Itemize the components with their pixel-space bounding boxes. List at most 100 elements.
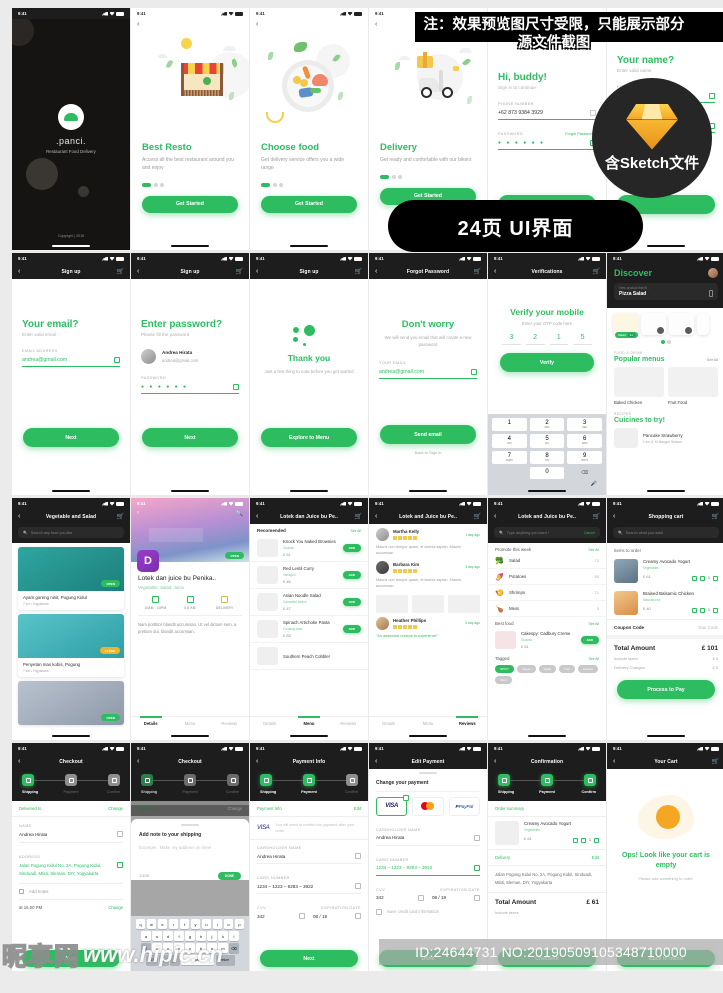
edit-icon[interactable]	[474, 834, 480, 841]
cart-icon[interactable]: 🛒	[354, 514, 362, 520]
see-all-link[interactable]: See All	[588, 548, 599, 552]
back-button[interactable]: ‹	[131, 19, 249, 30]
tag-chip[interactable]: Dessert	[577, 665, 599, 673]
edit-icon[interactable]	[355, 853, 361, 860]
otp-digit[interactable]: 2	[525, 334, 545, 345]
step-node-confirm[interactable]	[346, 774, 358, 786]
otp-digit[interactable]: 1	[549, 334, 569, 345]
edit-link[interactable]: Edit	[592, 855, 599, 860]
step-node-confirm[interactable]	[108, 774, 120, 786]
cart-icon[interactable]: 🛒	[116, 514, 124, 520]
cart-icon[interactable]: 🛒	[711, 514, 719, 520]
phone-field[interactable]: +62 873 9384 3929	[498, 110, 596, 120]
search-input[interactable]: 🔍 Type anything you want ! Cancel	[494, 527, 600, 538]
email-field[interactable]: andrea@gmail.com	[379, 368, 477, 379]
cart-item[interactable]: Braised Balsamic Chicken Mascarpone £ 40…	[607, 587, 723, 619]
add-button[interactable]: ADD	[342, 571, 361, 579]
menu-item[interactable]: Spinach Artichoke Pasta Cooking wine £ 8…	[250, 616, 368, 643]
process-to-pay-button[interactable]: Process to Pay	[617, 680, 715, 699]
search-icon[interactable]: 🔍	[236, 510, 243, 517]
tab-menu[interactable]: Menu	[170, 717, 209, 731]
detail-tabs[interactable]: Details Menu Reviews	[131, 716, 249, 731]
edit-icon[interactable]	[117, 862, 123, 868]
discover-search[interactable]: View product that fit : Pizza Salad	[614, 283, 718, 300]
send-email-button[interactable]: Send email	[380, 425, 476, 444]
tag-chip[interactable]: Salad	[538, 665, 557, 673]
edit-icon[interactable]	[355, 883, 361, 890]
cart-icon[interactable]: 🛒	[235, 269, 243, 275]
cart-icon[interactable]: 🛒	[473, 269, 481, 275]
back-button[interactable]: ‹	[375, 513, 383, 520]
next-button[interactable]: Next	[142, 428, 238, 447]
add-button[interactable]: ADD	[342, 544, 361, 552]
recipe-row[interactable]: Pancake Strawberry 1 km Jl. Ki Mangun Sa…	[607, 424, 723, 448]
numeric-keypad[interactable]: 1 2 ABC 3 DEF 4 GHI 5 JKL 6 MNO 7 PQRS 8…	[488, 413, 606, 495]
tab-menu[interactable]: Menu	[408, 717, 447, 731]
mic-icon[interactable]: 🎤	[492, 479, 602, 487]
verify-button[interactable]: Verify	[500, 353, 594, 372]
back-button[interactable]: ‹	[256, 268, 264, 275]
key[interactable]: r	[168, 919, 179, 929]
cart-icon[interactable]: 🛒	[711, 759, 719, 765]
plus-icon[interactable]	[713, 607, 718, 613]
edit-icon[interactable]	[117, 831, 123, 837]
brand-visa[interactable]: VISA	[376, 794, 410, 816]
step-node-shipping[interactable]	[141, 774, 153, 786]
category-card[interactable]	[669, 313, 694, 335]
detail-tabs[interactable]: Details Menu Reviews	[250, 716, 368, 731]
minus-icon[interactable]	[581, 837, 586, 843]
back-button[interactable]: ‹	[375, 268, 383, 275]
step-node-confirm[interactable]	[584, 774, 596, 786]
add-button[interactable]: ADD	[342, 625, 361, 633]
tag-chip[interactable]: SPICY	[495, 665, 515, 673]
minus-icon[interactable]	[700, 607, 705, 613]
menu-card[interactable]: Baked Chicken	[614, 367, 664, 405]
back-button[interactable]: ‹	[494, 268, 502, 275]
best-food-row[interactable]: Cakespy: Cadbury Creme Guavas £ 61 ADD	[488, 627, 606, 653]
get-started-button[interactable]: Get Started	[142, 195, 238, 213]
step-node-shipping[interactable]	[260, 774, 272, 786]
see-all-link[interactable]: See All	[350, 529, 361, 533]
key[interactable]: o	[223, 919, 234, 929]
delete-icon[interactable]	[692, 575, 697, 581]
menu-card[interactable]: Fruit Food	[668, 367, 718, 405]
step-node-payment[interactable]	[541, 774, 553, 786]
category-card[interactable]: Salad 34	[613, 313, 638, 338]
cart-item[interactable]: Creamy Avocado Yogurt Vegetables £ 61 1	[607, 555, 723, 587]
cart-icon[interactable]: 🛒	[592, 269, 600, 275]
backspace-key[interactable]: ⌫	[229, 943, 239, 953]
get-started-button[interactable]: Get Started	[261, 195, 357, 213]
brand-mastercard[interactable]	[412, 796, 444, 816]
change-link[interactable]: Change	[108, 905, 123, 910]
list-item[interactable]: CLOSE Penyetan mas kobis, Pogung 7 km • …	[18, 614, 124, 677]
promote-row[interactable]: 🍤 Shrimps 71	[488, 585, 606, 601]
key[interactable]: u	[201, 919, 212, 929]
explore-menu-button[interactable]: Explore to Menu	[261, 428, 357, 447]
otp-inputs[interactable]: 3 2 1 5	[488, 326, 606, 345]
cart-icon[interactable]: 🛒	[473, 514, 481, 520]
promote-row[interactable]: 🍗 Meat 3	[488, 601, 606, 617]
menu-item[interactable]: Knock You Naked Brownies Guavas £ 61 ADD	[250, 535, 368, 562]
sheet-grabber[interactable]	[181, 824, 199, 826]
step-node-shipping[interactable]	[498, 774, 510, 786]
tab-reviews[interactable]: Reviews	[210, 717, 249, 731]
tag-chip[interactable]: Meat	[495, 676, 512, 684]
edit-link[interactable]: Edit	[354, 806, 361, 811]
note-input[interactable]: Example : Make my address on time!	[139, 845, 241, 850]
back-button[interactable]: ‹	[256, 758, 264, 765]
key-digit[interactable]: 0	[530, 469, 565, 475]
back-button[interactable]: ‹	[137, 268, 145, 275]
key[interactable]: l	[229, 931, 239, 941]
edit-icon[interactable]	[474, 894, 480, 901]
list-item[interactable]: OPEN Ayam goreng ninit, Pogung Kidul 7 k…	[18, 547, 124, 610]
cancel-link[interactable]: Cancel	[584, 531, 595, 535]
step-node-confirm[interactable]	[227, 774, 239, 786]
tab-details[interactable]: Details	[131, 716, 170, 731]
menu-item[interactable]: Southern Peach Cobbler	[250, 643, 368, 670]
cart-icon[interactable]: 🛒	[592, 514, 600, 520]
category-carousel[interactable]: Salad 34	[607, 308, 723, 338]
checkbox[interactable]	[376, 908, 382, 915]
category-card[interactable]	[697, 313, 709, 335]
category-card[interactable]	[641, 313, 666, 335]
key[interactable]: w	[146, 919, 157, 929]
